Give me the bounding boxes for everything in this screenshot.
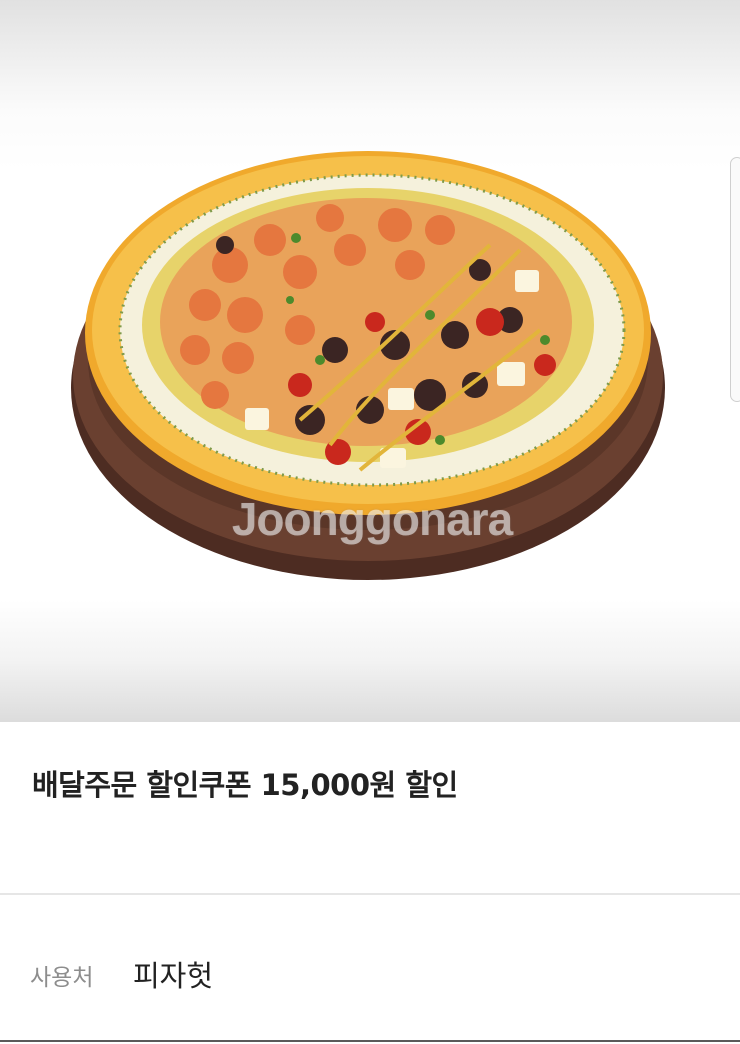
usage-value: 피자헛 <box>133 959 214 993</box>
coupon-title: 배달주문 할인쿠폰 15,000원 할인 <box>32 768 458 802</box>
divider <box>0 893 740 895</box>
pizza-image <box>71 151 665 580</box>
side-scroll-handle[interactable] <box>730 157 740 402</box>
usage-label: 사용처 <box>30 965 94 991</box>
divider <box>0 1040 740 1042</box>
watermark: Joonggonara <box>231 493 513 545</box>
product-image-area[interactable]: Joonggonara <box>0 0 740 722</box>
